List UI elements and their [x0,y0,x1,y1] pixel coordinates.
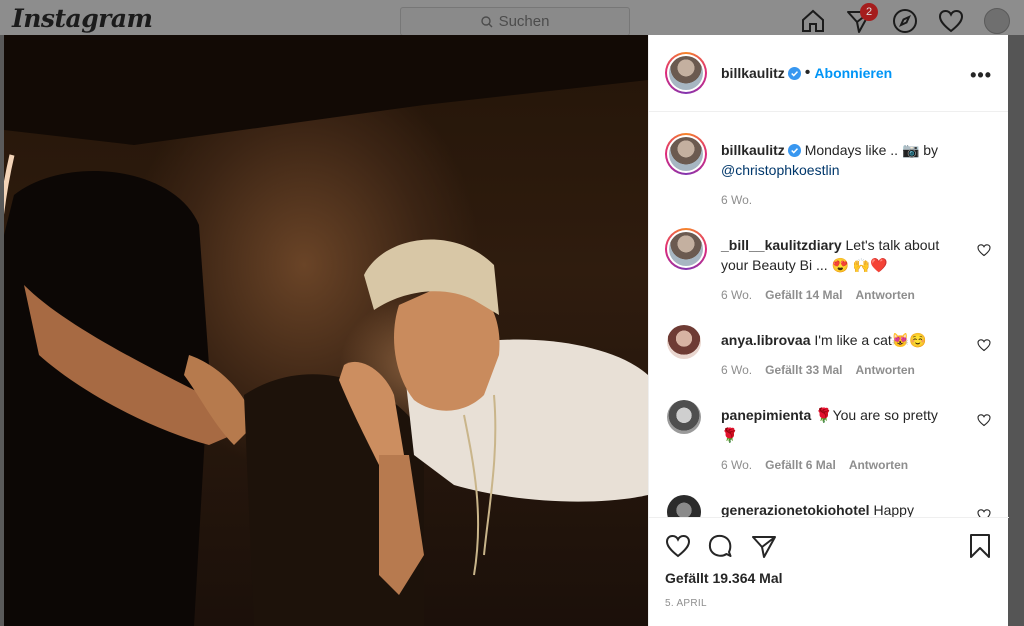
top-nav-icons: 2 [800,3,1010,34]
follow-button[interactable]: Abonnieren [814,65,892,81]
post-date[interactable]: 5. APRIL [665,598,993,609]
caption-text: billkaulitz Mondays like .. 📷 by @christ… [721,140,957,180]
like-comment-heart-icon[interactable] [977,243,991,257]
comment-text: panepimienta 🌹You are so pretty 🌹 [721,405,957,445]
post-likes-count[interactable]: Gefällt 19.364 Mal [665,570,993,586]
like-heart-icon[interactable] [665,533,691,559]
post-photo[interactable] [4,35,648,626]
caption-mention-link[interactable]: @christophkoestlin [721,162,840,178]
comment-time[interactable]: 6 Wo. [721,288,752,302]
comment-text: anya.librovaa I'm like a cat😻☺️ [721,330,957,350]
comment-text: generazionetokiohotel Happy [721,500,957,517]
comment-username[interactable]: panepimienta [721,407,811,423]
comment-username[interactable]: anya.librovaa [721,332,811,348]
caption-body: Mondays like .. 📷 by [804,142,939,158]
like-comment-heart-icon[interactable] [977,413,991,427]
post-photo-image [4,35,648,626]
instagram-logo[interactable]: Instagram [12,4,153,33]
post-actions: Gefällt 19.364 Mal 5. APRIL [649,517,1009,626]
notification-badge: 2 [860,3,878,21]
comment-likes[interactable]: Gefällt 6 Mal [765,458,836,472]
comment-avatar[interactable] [667,400,701,434]
post-header: billkaulitz • Abonnieren ••• [649,35,1008,112]
comment-likes[interactable]: Gefällt 33 Mal [765,363,842,377]
author-username[interactable]: billkaulitz [721,65,785,81]
comment-username[interactable]: generazionetokiohotel [721,502,870,517]
author-avatar-ring[interactable] [665,52,707,94]
caption-time[interactable]: 6 Wo. [721,193,752,207]
comment-body: Happy [873,502,914,517]
comment-bubble-icon[interactable] [707,533,733,559]
verified-badge-icon [787,144,801,157]
comment-meta: 6 Wo. Gefällt 14 Mal Antworten [721,288,915,302]
search-placeholder: Suchen [498,13,550,30]
comment-item: anya.librovaa I'm like a cat😻☺️ 6 Wo. Ge… [665,323,993,383]
comment-meta: 6 Wo. Gefällt 33 Mal Antworten [721,363,915,377]
comment-meta: 6 Wo. Gefällt 6 Mal Antworten [721,458,908,472]
reply-button[interactable]: Antworten [856,288,915,302]
action-buttons-row [665,528,993,566]
comment-avatar-ring[interactable] [665,228,707,270]
comments-list: billkaulitz Mondays like .. 📷 by @christ… [649,113,1009,517]
verified-badge-icon [787,66,801,80]
comment-time[interactable]: 6 Wo. [721,363,752,377]
caption-avatar [669,137,703,171]
save-bookmark-icon[interactable] [967,533,993,559]
comment-likes[interactable]: Gefällt 14 Mal [765,288,842,302]
caption-avatar-ring[interactable] [665,133,707,175]
comment-avatar[interactable] [667,495,701,517]
caption-item: billkaulitz Mondays like .. 📷 by @christ… [665,133,993,207]
caption-username[interactable]: billkaulitz [721,142,785,158]
comment-time[interactable]: 6 Wo. [721,458,752,472]
profile-avatar[interactable] [984,8,1010,34]
reply-button[interactable]: Antworten [856,363,915,377]
comment-text: _bill__kaulitzdiary Let's talk about you… [721,235,957,275]
comment-avatar[interactable] [667,325,701,359]
comment-avatar [669,232,703,266]
reply-button[interactable]: Antworten [849,458,908,472]
search-icon [480,15,493,27]
activity-heart-icon[interactable] [938,8,964,34]
comment-body: I'm like a cat😻☺️ [814,332,927,348]
caption-meta: 6 Wo. [721,193,752,207]
like-comment-heart-icon[interactable] [977,508,991,517]
author-avatar [669,56,703,90]
share-paper-plane-icon[interactable] [751,533,777,559]
direct-messages-icon[interactable]: 2 [846,3,878,34]
like-comment-heart-icon[interactable] [977,338,991,352]
background-right-edge [1008,35,1024,626]
comment-item: panepimienta 🌹You are so pretty 🌹 6 Wo. … [665,398,993,472]
more-options-icon[interactable]: ••• [970,65,992,86]
search-input[interactable]: Suchen [400,7,630,36]
comment-username[interactable]: _bill__kaulitzdiary [721,237,842,253]
post-details-panel: billkaulitz • Abonnieren ••• billkaulitz… [648,35,1009,626]
home-icon[interactable] [800,8,826,34]
comment-item: generazionetokiohotel Happy [665,493,993,517]
comment-item: _bill__kaulitzdiary Let's talk about you… [665,228,993,302]
explore-compass-icon[interactable] [892,8,918,34]
separator-dot: • [804,64,811,81]
